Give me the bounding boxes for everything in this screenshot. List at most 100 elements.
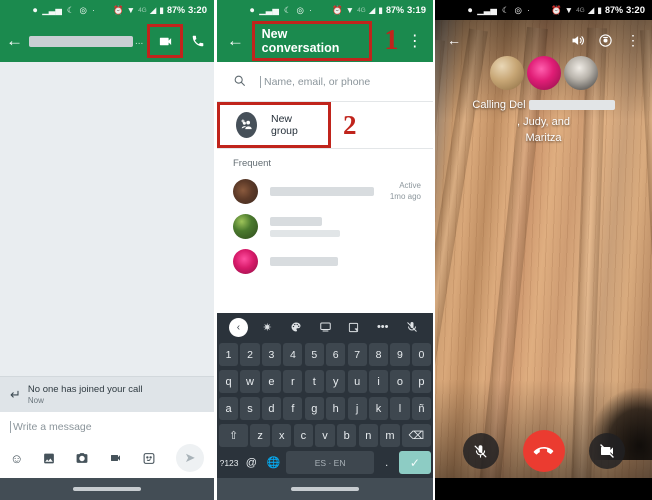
key[interactable]: 1 <box>218 343 239 366</box>
send-icon[interactable]: ➤ <box>176 444 204 472</box>
redacted-sub-bar <box>270 229 340 237</box>
key[interactable]: 2 <box>240 343 260 366</box>
clipboard-icon[interactable] <box>339 322 368 333</box>
at-key[interactable]: @ <box>241 451 261 474</box>
emoji-icon[interactable]: ☺ <box>10 451 23 466</box>
overflow-menu-icon[interactable]: ⋮ <box>213 28 214 54</box>
mic-off-icon[interactable] <box>462 433 499 469</box>
key[interactable]: 3 <box>261 343 282 366</box>
speaker-icon[interactable] <box>564 27 590 53</box>
key[interactable]: y <box>326 370 346 393</box>
camera-icon[interactable] <box>75 452 89 465</box>
battery-icon: ▮ <box>378 4 383 15</box>
new-group-button[interactable]: New group <box>217 102 331 148</box>
message-input[interactable]: Write a message <box>10 421 204 433</box>
alarm-icon: ⏰ <box>551 4 562 15</box>
small-dot-icon: · <box>526 4 530 15</box>
key[interactable]: b <box>336 424 357 447</box>
key[interactable]: g <box>304 397 324 420</box>
gear-icon[interactable]: ✷ <box>253 321 282 334</box>
key[interactable]: e <box>261 370 282 393</box>
key[interactable]: 6 <box>326 343 346 366</box>
key[interactable]: m <box>380 424 400 447</box>
shift-icon[interactable]: ⇧ <box>219 424 249 447</box>
key[interactable]: q <box>218 370 239 393</box>
key[interactable]: l <box>390 397 410 420</box>
key[interactable]: f <box>283 397 303 420</box>
backspace-icon[interactable]: ⌫ <box>401 424 432 447</box>
battery-percent: 87% <box>604 5 623 15</box>
dnd-moon-icon: ☾ <box>283 4 292 15</box>
back-arrow-icon[interactable]: ← <box>441 27 467 53</box>
key[interactable]: x <box>272 424 292 447</box>
app-bar: ← New conversation 1 ⋮ <box>217 20 433 62</box>
back-arrow-icon[interactable]: ← <box>223 28 248 54</box>
nav-pill[interactable] <box>73 487 141 491</box>
key[interactable]: n <box>358 424 379 447</box>
gallery-icon[interactable] <box>42 452 56 465</box>
key[interactable]: ñ <box>411 397 432 420</box>
key[interactable]: u <box>347 370 367 393</box>
camera-off-icon[interactable] <box>588 433 625 469</box>
key[interactable]: 4 <box>283 343 303 366</box>
contact-search-row[interactable]: Name, email, or phone <box>217 62 433 101</box>
key[interactable]: 9 <box>390 343 410 366</box>
overflow-menu-icon[interactable]: ⋮ <box>402 28 427 54</box>
list-item[interactable] <box>217 244 433 279</box>
key[interactable]: 0 <box>411 343 432 366</box>
video-icon[interactable] <box>108 452 123 464</box>
end-call-icon[interactable] <box>522 430 565 472</box>
signal-icon: ◢ <box>149 4 157 15</box>
sticker-icon[interactable] <box>142 452 156 465</box>
key[interactable]: z <box>250 424 270 447</box>
key[interactable]: s <box>240 397 260 420</box>
more-dots-icon[interactable]: ••• <box>368 321 397 333</box>
keyboard-toolbar: ‹ ✷ ••• <box>217 313 433 341</box>
key[interactable]: w <box>240 370 260 393</box>
palette-icon[interactable] <box>282 321 311 333</box>
globe-icon[interactable]: 🌐 <box>264 451 284 474</box>
nav-pill[interactable] <box>291 487 359 491</box>
key[interactable]: v <box>315 424 335 447</box>
avatar <box>233 214 258 239</box>
small-dot-icon: · <box>308 4 312 15</box>
call-status-text: Calling Del , Judy, and Maritza <box>435 97 652 147</box>
gesture-nav-bar <box>435 478 652 500</box>
key[interactable]: j <box>347 397 367 420</box>
key[interactable]: t <box>304 370 324 393</box>
key[interactable]: a <box>218 397 239 420</box>
status-bar: ⏺ ▁▃▅ ☾ ◎ · ⏰ ▼ 4G ◢ ▮ 87% 3:20 <box>435 0 652 20</box>
overflow-menu-icon[interactable]: ⋮ <box>620 27 646 53</box>
space-key[interactable]: ES · EN <box>285 451 375 474</box>
video-camera-icon[interactable] <box>152 28 178 54</box>
key[interactable]: 5 <box>304 343 324 366</box>
phone-icon[interactable] <box>185 28 211 54</box>
search-input[interactable]: Name, email, or phone <box>260 76 370 88</box>
key[interactable]: c <box>293 424 314 447</box>
key[interactable]: d <box>261 397 282 420</box>
back-arrow-icon[interactable]: ← <box>6 28 23 54</box>
key[interactable]: o <box>390 370 410 393</box>
key[interactable]: i <box>368 370 389 393</box>
status-bar: ⏺ ▁▃▅ ☾ ◎ · ⏰ ▼ 4G ◢ ▮ 87% 3:20 <box>0 0 214 20</box>
contact-status-line1: Active <box>399 180 421 190</box>
list-item[interactable] <box>217 209 433 244</box>
period-key[interactable]: . <box>377 451 397 474</box>
dot-icon: ⏺ <box>33 4 38 15</box>
key[interactable]: 7 <box>347 343 367 366</box>
sticker-icon[interactable] <box>311 321 340 333</box>
key[interactable]: k <box>368 397 389 420</box>
status-bar-left-icons: ⏺ ▁▃▅ ☾ ◎ · <box>439 6 530 15</box>
composer-actions: ☺ ➤ <box>10 444 204 472</box>
clock: 3:20 <box>625 4 645 16</box>
checkmark-icon[interactable]: ✓ <box>398 451 432 474</box>
key[interactable]: 8 <box>368 343 389 366</box>
back-chevron-icon[interactable]: ‹ <box>224 317 253 337</box>
mic-off-icon[interactable] <box>397 321 426 333</box>
list-item[interactable]: Active 1mo ago <box>217 174 433 209</box>
symbols-key[interactable]: ?123 <box>219 451 239 474</box>
switch-camera-icon[interactable] <box>592 27 618 53</box>
key[interactable]: p <box>411 370 432 393</box>
key[interactable]: r <box>283 370 303 393</box>
key[interactable]: h <box>326 397 346 420</box>
